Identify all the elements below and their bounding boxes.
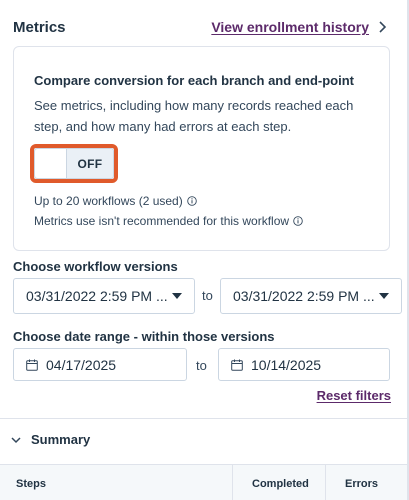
workflow-versions-label: Choose workflow versions bbox=[13, 259, 178, 274]
summary-table-header: Steps Completed Errors bbox=[0, 464, 407, 500]
summary-toggle[interactable]: Summary bbox=[11, 432, 90, 447]
recommendation-info: Metrics use isn't recommended for this w… bbox=[34, 214, 303, 228]
view-enrollment-history-link[interactable]: View enrollment history bbox=[211, 19, 387, 35]
section-divider bbox=[0, 418, 407, 419]
summary-label: Summary bbox=[31, 432, 91, 447]
start-date-value: 04/17/2025 bbox=[46, 356, 117, 373]
card-title: Compare conversion for each branch and e… bbox=[34, 73, 354, 88]
metrics-card: Compare conversion for each branch and e… bbox=[13, 46, 390, 251]
recommendation-text: Metrics use isn't recommended for this w… bbox=[34, 214, 290, 228]
workflow-usage-text: Up to 20 workflows (2 used) bbox=[34, 194, 183, 208]
metrics-title: Metrics bbox=[13, 18, 66, 36]
date-range-label: Choose date range - within those version… bbox=[13, 329, 275, 344]
date-to-text: to bbox=[196, 358, 207, 373]
workflow-usage-info: Up to 20 workflows (2 used) bbox=[34, 194, 197, 208]
column-header-steps[interactable]: Steps bbox=[0, 465, 233, 500]
card-description: See metrics, including how many records … bbox=[34, 98, 354, 134]
calendar-icon bbox=[231, 359, 243, 371]
start-date-input[interactable]: 04/17/2025 bbox=[13, 348, 187, 381]
column-header-completed[interactable]: Completed bbox=[233, 465, 326, 500]
reset-filters-link[interactable]: Reset filters bbox=[317, 388, 391, 403]
version-to-value: 03/31/2022 2:59 PM ... bbox=[233, 288, 375, 304]
info-icon[interactable] bbox=[186, 196, 197, 206]
caret-down-icon bbox=[379, 293, 389, 299]
toggle-label: OFF bbox=[77, 156, 103, 171]
chevron-right-icon bbox=[379, 21, 387, 33]
metrics-header: Metrics View enrollment history bbox=[13, 16, 387, 38]
chevron-down-icon bbox=[11, 436, 21, 443]
calendar-icon bbox=[26, 359, 38, 371]
version-to-select[interactable]: 03/31/2022 2:59 PM ... bbox=[220, 278, 402, 314]
version-from-select[interactable]: 03/31/2022 2:59 PM ... bbox=[13, 278, 195, 314]
toggle-knob[interactable] bbox=[35, 149, 67, 178]
column-header-errors[interactable]: Errors bbox=[326, 465, 407, 500]
info-icon[interactable] bbox=[293, 216, 303, 226]
view-enrollment-history-label: View enrollment history bbox=[211, 19, 369, 35]
metrics-toggle[interactable]: OFF bbox=[34, 148, 114, 179]
version-from-value: 03/31/2022 2:59 PM ... bbox=[26, 288, 168, 304]
end-date-value: 10/14/2025 bbox=[251, 356, 322, 373]
end-date-input[interactable]: 10/14/2025 bbox=[218, 348, 390, 381]
versions-to-text: to bbox=[202, 288, 213, 303]
caret-down-icon bbox=[172, 293, 182, 299]
